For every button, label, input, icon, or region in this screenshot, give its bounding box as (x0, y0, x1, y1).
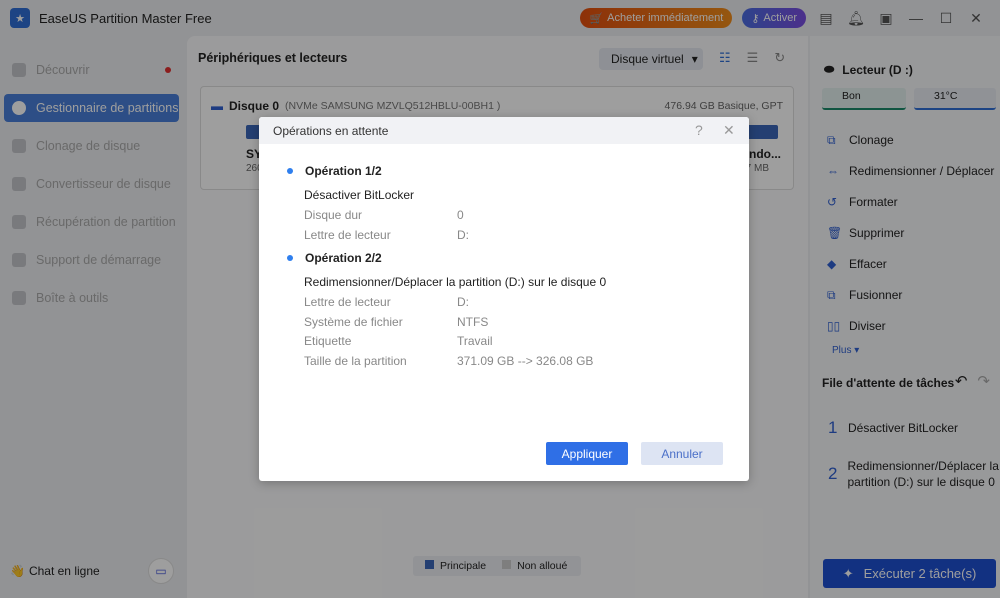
pending-operations-dialog: Opérations en attente ? ✕ Opération 1/2 … (259, 117, 749, 481)
detail-row: Système de fichier NTFS (304, 315, 489, 329)
detail-row: Disque dur 0 (304, 208, 464, 222)
close-icon[interactable]: ✕ (723, 122, 735, 139)
dialog-title: Opérations en attente (273, 123, 389, 138)
bullet-icon (287, 168, 293, 174)
operation-description: Désactiver BitLocker (304, 188, 415, 202)
detail-row: Etiquette Travail (304, 334, 493, 348)
help-icon[interactable]: ? (695, 122, 703, 138)
bullet-icon (287, 255, 293, 261)
operation-header: Opération 2/2 (287, 251, 382, 265)
operation-description: Redimensionner/Déplacer la partition (D:… (304, 275, 607, 289)
cancel-button[interactable]: Annuler (641, 442, 723, 465)
detail-row: Taille de la partition 371.09 GB --> 326.… (304, 354, 594, 368)
operation-header: Opération 1/2 (287, 164, 382, 178)
detail-row: Lettre de lecteur D: (304, 228, 469, 242)
detail-row: Lettre de lecteur D: (304, 295, 469, 309)
apply-button[interactable]: Appliquer (546, 442, 628, 465)
